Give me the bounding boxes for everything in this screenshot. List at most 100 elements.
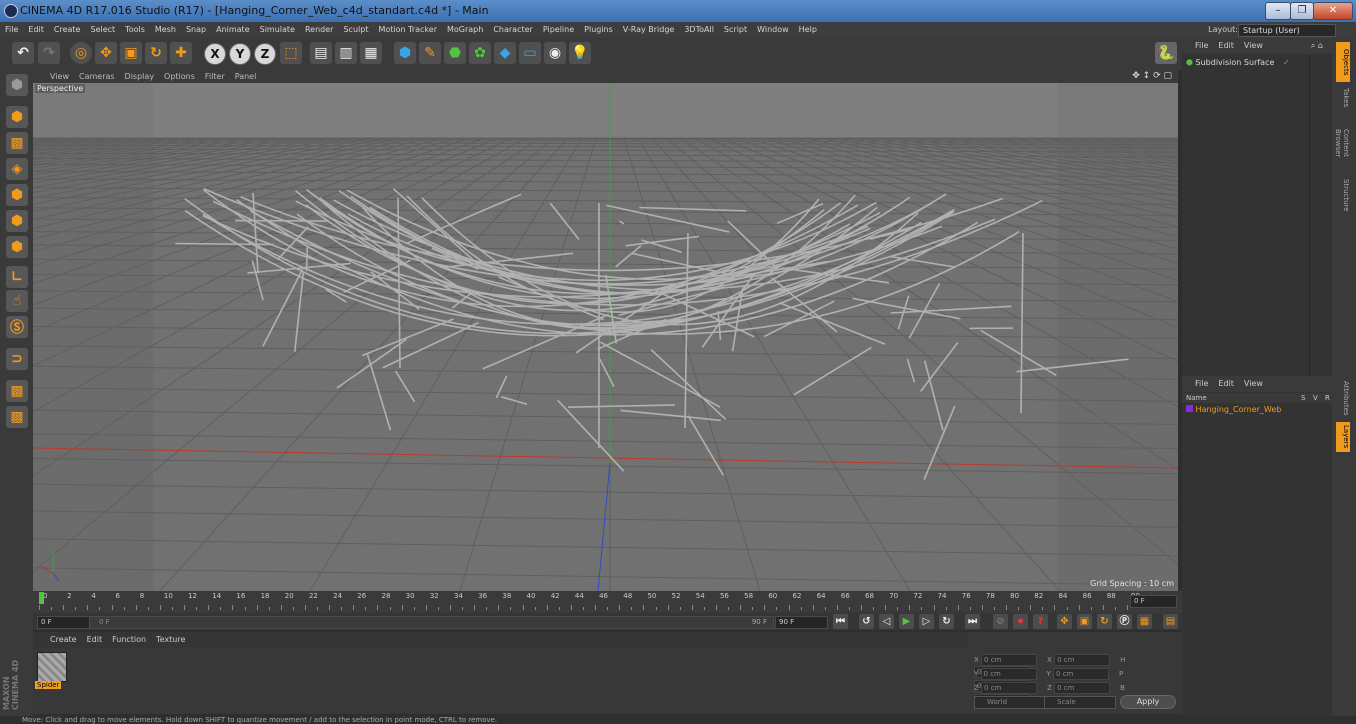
array-generator-icon[interactable]: ✿ — [469, 42, 491, 64]
menu-pipeline[interactable]: Pipeline — [538, 22, 579, 38]
timeline-ruler[interactable]: 0 2 4 6 8 10 12 14 16 18 20 22 24 26 28 30 32 34 36 38 40 42 4… — [33, 591, 1182, 613]
live-selection-icon[interactable]: ◎ — [70, 42, 92, 64]
viewport-menu-view[interactable]: View — [45, 70, 74, 83]
object-menu-file[interactable]: File — [1190, 38, 1213, 54]
restore-button[interactable]: ❐ — [1290, 2, 1314, 20]
menu-sculpt[interactable]: Sculpt — [338, 22, 373, 38]
scheme-settings-icon[interactable]: ▤ — [1163, 614, 1178, 629]
object-enabled-check-icon[interactable]: ✓ — [1283, 58, 1290, 67]
perspective-viewport[interactable]: Perspective Grid Spacing : 10 cm — [33, 83, 1178, 591]
soft-selection-icon[interactable]: Ⓢ — [6, 316, 28, 338]
layer-menu-view[interactable]: View — [1239, 376, 1268, 392]
points-mode-icon[interactable]: ⬢ — [6, 184, 28, 206]
axis-mode-icon[interactable]: ∟ — [6, 266, 28, 288]
playhead-marker[interactable] — [39, 592, 44, 604]
menu-character[interactable]: Character — [488, 22, 538, 38]
menu-create[interactable]: Create — [49, 22, 86, 38]
position-x-field[interactable]: 0 cm — [981, 654, 1038, 666]
render-view-icon[interactable]: ▤ — [310, 42, 332, 64]
tab-content-browser[interactable]: Content Browser — [1334, 114, 1350, 172]
coordinate-system-icon[interactable]: ⬚ — [280, 42, 302, 64]
frame-range-slider[interactable]: 0 F 90 F — [89, 616, 774, 629]
layer-row[interactable]: Hanging_Corner_Web — [1186, 405, 1281, 414]
locked-workplane-icon[interactable]: ▩ — [6, 380, 28, 402]
menu-animate[interactable]: Animate — [211, 22, 255, 38]
key-rotation-icon[interactable]: ↻ — [1097, 614, 1112, 629]
key-parameter-icon[interactable]: Ⓟ — [1117, 614, 1132, 629]
object-row-subdivision-surface[interactable]: ⬢ Subdivision Surface ✓ — [1186, 58, 1290, 67]
menu-help[interactable]: Help — [794, 22, 822, 38]
material-thumbnail[interactable] — [37, 652, 67, 682]
menu-select[interactable]: Select — [85, 22, 120, 38]
next-frame-icon[interactable]: ▷ — [919, 614, 934, 629]
render-picture-viewer-icon[interactable]: ▥ — [335, 42, 357, 64]
menu-render[interactable]: Render — [300, 22, 338, 38]
size-z-field[interactable]: 0 cm — [1054, 682, 1111, 694]
nurbs-generator-icon[interactable]: ⬣ — [444, 42, 466, 64]
tab-takes[interactable]: Takes — [1336, 86, 1350, 110]
make-editable-icon[interactable]: ⬢ — [6, 74, 28, 96]
menu-window[interactable]: Window — [752, 22, 794, 38]
object-menu-view[interactable]: View — [1239, 38, 1268, 54]
polygons-mode-icon[interactable]: ⬢ — [6, 236, 28, 258]
render-settings-icon[interactable]: ▦ — [360, 42, 382, 64]
menu-edit[interactable]: Edit — [23, 22, 49, 38]
undo-icon[interactable]: ↶ — [12, 42, 34, 64]
redo-icon[interactable]: ↷ — [38, 42, 60, 64]
material-menu-function[interactable]: Function — [107, 632, 151, 648]
scale-tool-icon[interactable]: ▣ — [120, 42, 142, 64]
viewport-camera-label[interactable]: Perspective — [35, 84, 86, 93]
close-button[interactable]: ✕ — [1313, 2, 1353, 20]
layout-select[interactable]: Startup (User) — [1238, 24, 1336, 37]
start-frame-field[interactable]: 0 F — [37, 616, 90, 629]
layer-menu-file[interactable]: File — [1190, 376, 1213, 392]
tab-objects[interactable]: Objects — [1336, 42, 1350, 82]
layer-color-swatch[interactable] — [1186, 405, 1193, 412]
deformer-icon[interactable]: ◆ — [494, 42, 516, 64]
goto-next-key-icon[interactable]: ↻ — [939, 614, 954, 629]
end-frame-field[interactable]: 90 F — [775, 616, 828, 629]
camera-icon[interactable]: ◉ — [544, 42, 566, 64]
viewport-menu-options[interactable]: Options — [159, 70, 200, 83]
coordinate-space-select[interactable]: World — [974, 696, 1046, 709]
object-name[interactable]: Subdivision Surface — [1196, 58, 1275, 67]
tab-layers[interactable]: Layers — [1336, 422, 1350, 452]
size-x-field[interactable]: 0 cm — [1054, 654, 1111, 666]
menu-motion-tracker[interactable]: Motion Tracker — [373, 22, 442, 38]
viewport-menu-panel[interactable]: Panel — [230, 70, 262, 83]
rotate-tool-icon[interactable]: ↻ — [145, 42, 167, 64]
light-bulb-icon[interactable]: 💡 — [569, 42, 591, 64]
add-object-icon[interactable]: ✚ — [170, 42, 192, 64]
material-menu-edit[interactable]: Edit — [82, 632, 108, 648]
menu-3dtoall[interactable]: 3DToAll — [679, 22, 719, 38]
object-manager-search-icon[interactable]: ⌕ ⌂ — [1306, 38, 1328, 54]
key-pla-icon[interactable]: ▦ — [1137, 614, 1152, 629]
menu-file[interactable]: File — [0, 22, 23, 38]
menu-snap[interactable]: Snap — [181, 22, 211, 38]
menu-tools[interactable]: Tools — [120, 22, 150, 38]
menu-script[interactable]: Script — [719, 22, 752, 38]
material-menu-create[interactable]: Create — [45, 632, 82, 648]
x-axis-lock-icon[interactable]: X — [204, 43, 226, 65]
menu-plugins[interactable]: Plugins — [579, 22, 618, 38]
goto-previous-key-icon[interactable]: ↺ — [859, 614, 874, 629]
material-menu-texture[interactable]: Texture — [151, 632, 190, 648]
menu-mesh[interactable]: Mesh — [150, 22, 181, 38]
texture-mode-icon[interactable]: ▩ — [6, 132, 28, 154]
snapping-magnet-icon[interactable]: ⊃ — [6, 348, 28, 370]
tweak-mode-icon[interactable]: ☝ — [6, 290, 28, 312]
viewport-menu-filter[interactable]: Filter — [200, 70, 230, 83]
keyframe-selection-icon[interactable]: ? — [1033, 614, 1048, 629]
planar-workplane-icon[interactable]: ▩ — [6, 406, 28, 428]
menu-simulate[interactable]: Simulate — [255, 22, 300, 38]
workplane-mode-icon[interactable]: ◈ — [6, 158, 28, 180]
floor-scene-icon[interactable]: ▭ — [519, 42, 541, 64]
tab-attributes[interactable]: Attributes — [1336, 378, 1350, 418]
menu-mograph[interactable]: MoGraph — [442, 22, 488, 38]
viewport-navigation-icons[interactable]: ✥ ↕ ⟳ ▢ — [1132, 70, 1172, 83]
layer-menu-edit[interactable]: Edit — [1213, 376, 1239, 392]
viewport-menu-cameras[interactable]: Cameras — [74, 70, 120, 83]
y-axis-lock-icon[interactable]: Y — [229, 43, 251, 65]
viewport-menu-display[interactable]: Display — [120, 70, 160, 83]
minimize-button[interactable]: – — [1265, 2, 1291, 20]
